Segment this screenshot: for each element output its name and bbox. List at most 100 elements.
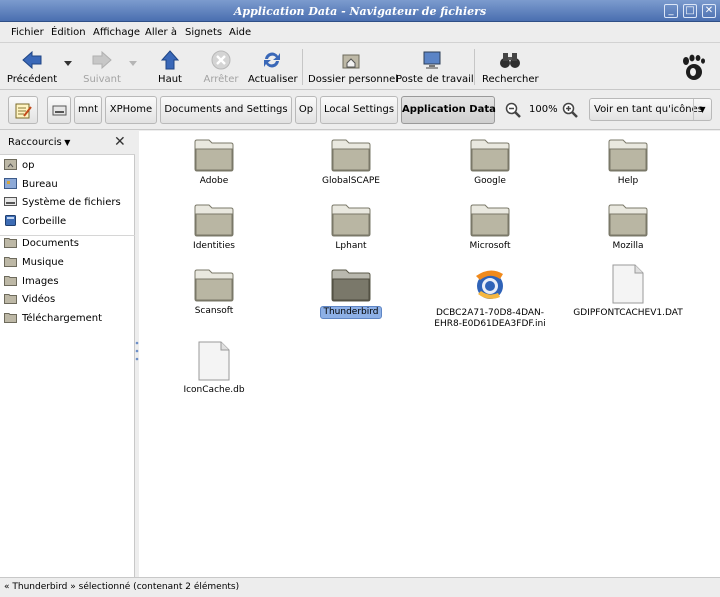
minimize-button[interactable]: _: [664, 4, 678, 18]
toolbar-separator: [474, 49, 475, 85]
search-button[interactable]: Rechercher: [482, 43, 539, 89]
back-arrow-icon: [22, 50, 42, 70]
desktop-icon: [4, 178, 17, 189]
file-item-adobe[interactable]: Adobe: [154, 138, 274, 187]
folder-icon: [4, 313, 17, 323]
menu-affichage[interactable]: Affichage: [93, 27, 140, 38]
up-button[interactable]: Haut: [147, 43, 193, 89]
computer-button[interactable]: Poste de travail: [396, 43, 474, 89]
chevron-down-icon: ▼: [693, 99, 711, 120]
view-mode-select[interactable]: Voir en tant qu'icônes ▼: [589, 98, 712, 121]
sidebar: Raccourcis ▼ ✕ op Bureau Système de fich…: [0, 131, 135, 577]
close-sidebar-icon[interactable]: ✕: [114, 134, 126, 150]
crumb-local-settings[interactable]: Local Settings: [320, 96, 398, 124]
file-item-iconcache[interactable]: IconCache.db: [154, 341, 274, 396]
title-bar: Application Data - Navigateur de fichier…: [0, 0, 720, 22]
zoom-in-icon[interactable]: [562, 102, 578, 118]
folder-icon: [4, 276, 17, 286]
sidebar-item-videos[interactable]: Vidéos: [4, 291, 55, 309]
folder-icon: [194, 204, 234, 237]
sidebar-item-musique[interactable]: Musique: [4, 254, 64, 272]
sidebar-item-images[interactable]: Images: [4, 273, 59, 291]
stop-icon: [211, 50, 231, 70]
crumb-xphome[interactable]: XPHome: [105, 96, 157, 124]
close-window-button[interactable]: ✕: [702, 4, 716, 18]
forward-button[interactable]: Suivant: [78, 43, 126, 89]
home-folder-icon: [4, 159, 17, 170]
reload-icon: [264, 52, 280, 68]
sidebar-header: Raccourcis ▼ ✕: [0, 131, 135, 155]
chevron-down-icon: [64, 61, 72, 66]
menu-signets[interactable]: Signets: [185, 27, 222, 38]
sidebar-item-bureau[interactable]: Bureau: [4, 176, 58, 194]
maximize-button[interactable]: □: [683, 4, 697, 18]
trash-icon: [5, 215, 16, 226]
folder-icon: [194, 269, 234, 302]
view-mode-label: Voir en tant qu'icônes: [594, 104, 703, 115]
file-item-dcbc-ini[interactable]: DCBC2A71-70D8-4DAN-EHR8-E0D61DEA3FDF.ini: [430, 264, 550, 330]
back-button[interactable]: Précédent: [4, 43, 60, 89]
sidebar-item-op[interactable]: op: [4, 157, 34, 175]
sidebar-item-corbeille[interactable]: Corbeille: [4, 213, 66, 231]
menu-bar: Fichier Édition Affichage Aller à Signet…: [0, 22, 720, 43]
file-item-globalscape[interactable]: GlobalSCAPE: [291, 138, 411, 187]
folder-icon: [331, 139, 371, 172]
menu-fichier[interactable]: Fichier: [11, 27, 44, 38]
zoom-level: 100%: [529, 104, 558, 115]
menu-aller-a[interactable]: Aller à: [145, 27, 177, 38]
sidebar-item-documents[interactable]: Documents: [4, 235, 79, 253]
forward-history-dropdown[interactable]: [126, 43, 140, 89]
dropdown-arrow-icon: ▼: [61, 138, 71, 147]
folder-icon: [331, 204, 371, 237]
reload-button[interactable]: Actualiser: [248, 43, 298, 89]
folder-icon: [4, 238, 17, 248]
file-item-thunderbird[interactable]: Thunderbird: [291, 268, 411, 319]
toggle-location-entry-button[interactable]: [8, 96, 38, 124]
drive-icon: [4, 197, 17, 206]
crumb-application-data[interactable]: Application Data: [401, 96, 496, 124]
file-item-scansoft[interactable]: Scansoft: [154, 268, 274, 317]
crumb-mnt[interactable]: mnt: [74, 96, 102, 124]
location-bar: mnt XPHome Documents and Settings Op Loc…: [0, 90, 720, 130]
crumb-op[interactable]: Op: [295, 96, 317, 124]
drive-icon: [52, 105, 67, 116]
home-folder-icon: [342, 54, 360, 69]
file-item-gdipfontcache[interactable]: GDIPFONTCACHEV1.DAT: [568, 264, 688, 319]
window-title: Application Data - Navigateur de fichier…: [233, 5, 487, 18]
file-item-mozilla[interactable]: Mozilla: [568, 203, 688, 252]
sidebar-item-telechargement[interactable]: Téléchargement: [4, 310, 102, 328]
folder-icon-selected: [331, 269, 371, 302]
file-item-help[interactable]: Help: [568, 138, 688, 187]
folder-icon: [4, 294, 17, 304]
status-bar: « Thunderbird » sélectionné (contenant 2…: [0, 577, 720, 597]
toolbar: Précédent Suivant Haut Arrêter Actualise…: [0, 43, 720, 90]
zoom-out-icon[interactable]: [505, 102, 521, 118]
up-arrow-icon: [160, 50, 180, 70]
folder-icon: [608, 139, 648, 172]
chevron-down-icon: [129, 61, 137, 66]
file-item-microsoft[interactable]: Microsoft: [430, 203, 550, 252]
icon-view[interactable]: Adobe GlobalSCAPE Google Help Identities…: [139, 131, 720, 577]
folder-icon: [470, 204, 510, 237]
stop-button[interactable]: Arrêter: [198, 43, 244, 89]
sidebar-mode-select[interactable]: Raccourcis ▼: [8, 137, 70, 148]
binoculars-icon: [500, 53, 520, 68]
generic-file-icon: [612, 264, 644, 304]
crumb-drive-icon-button[interactable]: [47, 96, 71, 124]
file-item-identities[interactable]: Identities: [154, 203, 274, 252]
file-item-google[interactable]: Google: [430, 138, 550, 187]
generic-file-icon: [198, 341, 230, 381]
menu-aide[interactable]: Aide: [229, 27, 251, 38]
folder-icon: [194, 139, 234, 172]
sidebar-item-filesystem[interactable]: Système de fichiers: [4, 194, 121, 212]
home-button[interactable]: Dossier personnel: [308, 43, 398, 89]
crumb-documents-and-settings[interactable]: Documents and Settings: [160, 96, 292, 124]
file-item-lphant[interactable]: Lphant: [291, 203, 411, 252]
gnome-foot-icon: [683, 54, 705, 80]
toolbar-separator: [302, 49, 303, 85]
back-history-dropdown[interactable]: [61, 43, 75, 89]
folder-icon: [608, 204, 648, 237]
folder-icon: [4, 257, 17, 267]
menu-edition[interactable]: Édition: [51, 27, 86, 38]
forward-arrow-icon: [92, 50, 112, 70]
